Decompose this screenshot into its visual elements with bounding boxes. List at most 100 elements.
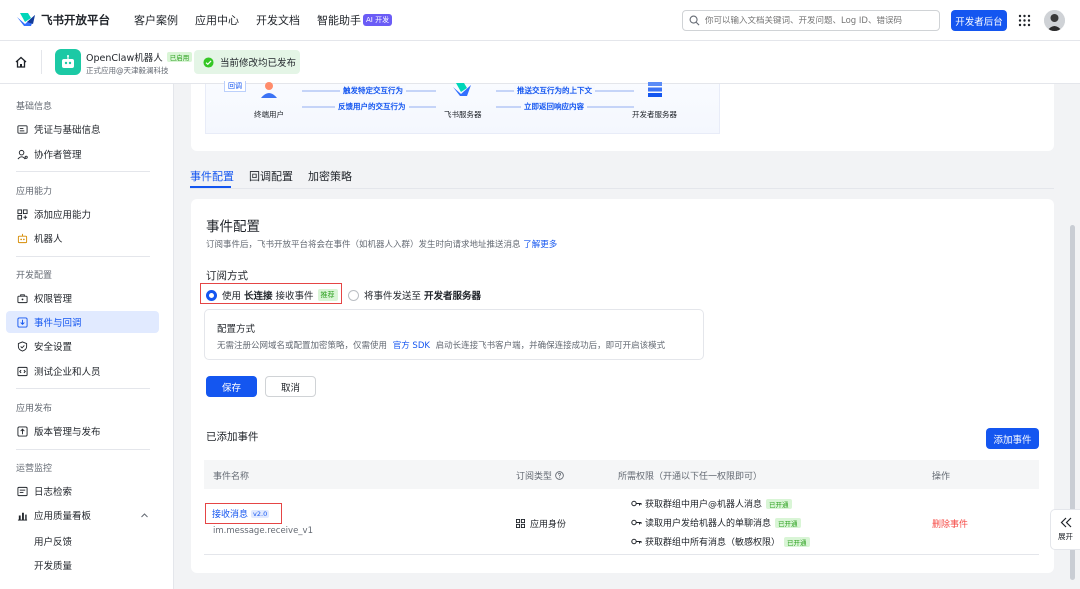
- permission-name: 读取用户发给机器人的单聊消息: [645, 519, 772, 529]
- permission-status-badge: 已开通: [784, 536, 810, 547]
- arrow-label-respond: 立即返回响应内容: [521, 101, 587, 112]
- section-title: 事件配置: [206, 219, 260, 235]
- app-status-badge: 已启用: [166, 52, 193, 62]
- sidebar-section-dev-config: 开发配置: [16, 271, 53, 281]
- column-header-sub-type: 订阅类型: [516, 469, 564, 482]
- user-avatar[interactable]: [1044, 10, 1065, 31]
- sidebar-item-add-capability[interactable]: 添加应用能力: [6, 203, 159, 225]
- sidebar-item-label: 测试企业和人员: [34, 367, 101, 378]
- nav-customer-cases[interactable]: 客户案例: [134, 12, 178, 28]
- official-sdk-link[interactable]: 官方 SDK: [393, 341, 430, 351]
- nav-dev-docs[interactable]: 开发文档: [256, 12, 300, 28]
- sidebar-item-permissions[interactable]: 权限管理: [6, 287, 159, 309]
- nav-ai-assistant[interactable]: 智能助手 AI 开发: [317, 12, 393, 28]
- cancel-button[interactable]: 取消: [265, 376, 316, 397]
- sidebar-subitem-dev-quality[interactable]: 开发质量: [34, 558, 72, 572]
- sidebar-item-label: 凭证与基础信息: [34, 125, 101, 136]
- server-icon: [648, 82, 662, 97]
- config-desc-post: 启动长连接飞书客户端，并确保连接成功后，即可开启该模式: [435, 341, 666, 351]
- sidebar-item-versions[interactable]: 版本管理与发布: [6, 420, 159, 442]
- feishu-server-icon: [453, 83, 471, 96]
- search-box[interactable]: [682, 10, 940, 31]
- sidebar-item-quality-board[interactable]: 应用质量看板: [6, 504, 159, 526]
- column-header-event-name: 事件名称: [213, 472, 250, 482]
- learn-more-link[interactable]: 了解更多: [523, 240, 557, 250]
- arrow-label-feedback: 反馈用户的交互行为: [335, 101, 409, 112]
- help-icon[interactable]: [555, 471, 564, 480]
- briefcase-icon: [17, 293, 28, 303]
- subscription-mode-label: 订阅方式: [206, 270, 248, 282]
- expand-label: 展开: [1058, 532, 1073, 541]
- dev-server-label: 开发者服务器: [632, 110, 677, 119]
- radio-unchecked-icon: [348, 289, 359, 301]
- user-icon: [261, 82, 277, 98]
- arrow-label-trigger: 触发特定交互行为: [340, 85, 406, 96]
- search-input[interactable]: [705, 15, 925, 26]
- feishu-server-label: 飞书服务器: [444, 110, 482, 119]
- radio-checked-icon: [206, 289, 217, 301]
- key-icon: [631, 538, 642, 545]
- sidebar-section-capabilities: 应用能力: [16, 187, 53, 197]
- dev-console-button[interactable]: 开发者后台: [951, 10, 1007, 31]
- end-user-label: 终端用户: [254, 110, 284, 119]
- event-name-link[interactable]: 接收消息 v2.0: [205, 503, 282, 524]
- event-icon: [17, 316, 28, 328]
- sidebar-item-logs[interactable]: 日志检索: [6, 480, 159, 502]
- sidebar-item-label: 添加应用能力: [34, 210, 92, 221]
- app-grid-icon[interactable]: [1018, 14, 1031, 27]
- sidebar-item-bot[interactable]: 机器人: [6, 227, 159, 249]
- sidebar-section-release: 应用发布: [16, 404, 53, 414]
- shield-icon: [17, 340, 28, 352]
- sidebar-item-security[interactable]: 安全设置: [6, 335, 159, 357]
- logo-text: 飞书开放平台: [41, 13, 110, 27]
- save-button[interactable]: 保存: [206, 376, 257, 397]
- apps-icon: [516, 519, 525, 528]
- permission-status-badge: 已开通: [775, 517, 801, 528]
- search-icon: [689, 15, 700, 26]
- permission-item: 读取用户发给机器人的单聊消息 已开通: [631, 516, 801, 529]
- sidebar-item-label: 事件与回调: [34, 318, 82, 329]
- feishu-logo-icon: [17, 13, 35, 26]
- radio-label-post: 接收事件: [275, 291, 314, 302]
- sidebar-section-basic: 基础信息: [16, 102, 53, 112]
- add-event-button[interactable]: 添加事件: [986, 428, 1039, 449]
- tab-encryption[interactable]: 加密策略: [308, 168, 352, 184]
- tab-callback-config[interactable]: 回调配置: [249, 168, 293, 184]
- tab-event-config[interactable]: 事件配置: [190, 168, 234, 184]
- divider: [16, 388, 150, 389]
- id-card-icon: [17, 124, 28, 134]
- sidebar-item-test-tenants[interactable]: 测试企业和人员: [6, 360, 159, 382]
- radio-label-bold: 开发者服务器: [424, 291, 482, 302]
- sidebar-item-collaborators[interactable]: 协作者管理: [6, 143, 159, 165]
- recommended-badge: 推荐: [317, 289, 338, 301]
- log-icon: [17, 486, 28, 496]
- nav-ai-assistant-label: 智能助手: [317, 14, 361, 27]
- upload-box-icon: [17, 425, 28, 437]
- nav-app-center[interactable]: 应用中心: [195, 12, 239, 28]
- config-method-desc: 无需注册公网域名或配置加密策略，仅需使用 官方 SDK 启动长连接飞书客户端，并…: [217, 339, 665, 351]
- home-icon[interactable]: [14, 55, 28, 69]
- delete-event-button[interactable]: 删除事件: [932, 517, 968, 530]
- radio-label-pre: 将事件发送至: [364, 291, 422, 302]
- double-chevron-left-icon: [1060, 517, 1071, 528]
- sidebar-item-label: 安全设置: [34, 342, 73, 353]
- column-header-action: 操作: [932, 472, 951, 482]
- radio-dev-server[interactable]: 将事件发送至 开发者服务器: [348, 288, 481, 302]
- sidebar-item-credentials[interactable]: 凭证与基础信息: [6, 118, 159, 140]
- logo[interactable]: 飞书开放平台: [16, 12, 128, 28]
- tab-active-indicator: [190, 186, 231, 188]
- radio-label-pre: 使用: [222, 291, 242, 302]
- config-desc-pre: 无需注册公网域名或配置加密策略，仅需使用: [217, 341, 388, 351]
- sidebar-item-events-callbacks[interactable]: 事件与回调: [6, 311, 159, 333]
- sidebar-item-label: 权限管理: [34, 294, 73, 305]
- main-nav: 客户案例 应用中心 开发文档 智能助手 AI 开发: [134, 12, 409, 28]
- event-config-card: 事件配置 订阅事件后，飞书开放平台将会在事件（如机器人入群）发生时向请求地址推送…: [191, 199, 1054, 573]
- permission-item: 获取群组中用户@机器人消息 已开通: [631, 497, 792, 510]
- chevron-up-icon[interactable]: [140, 511, 149, 520]
- sidebar-item-label: 机器人: [34, 234, 63, 245]
- divider: [16, 449, 150, 450]
- radio-long-connection[interactable]: 使用 长连接 接收事件 推荐: [206, 288, 338, 302]
- expand-panel-button[interactable]: 展开: [1050, 509, 1080, 550]
- sidebar-subitem-user-feedback[interactable]: 用户反馈: [34, 534, 72, 548]
- permission-item: 获取群组中所有消息（敏感权限） 已开通: [631, 535, 810, 548]
